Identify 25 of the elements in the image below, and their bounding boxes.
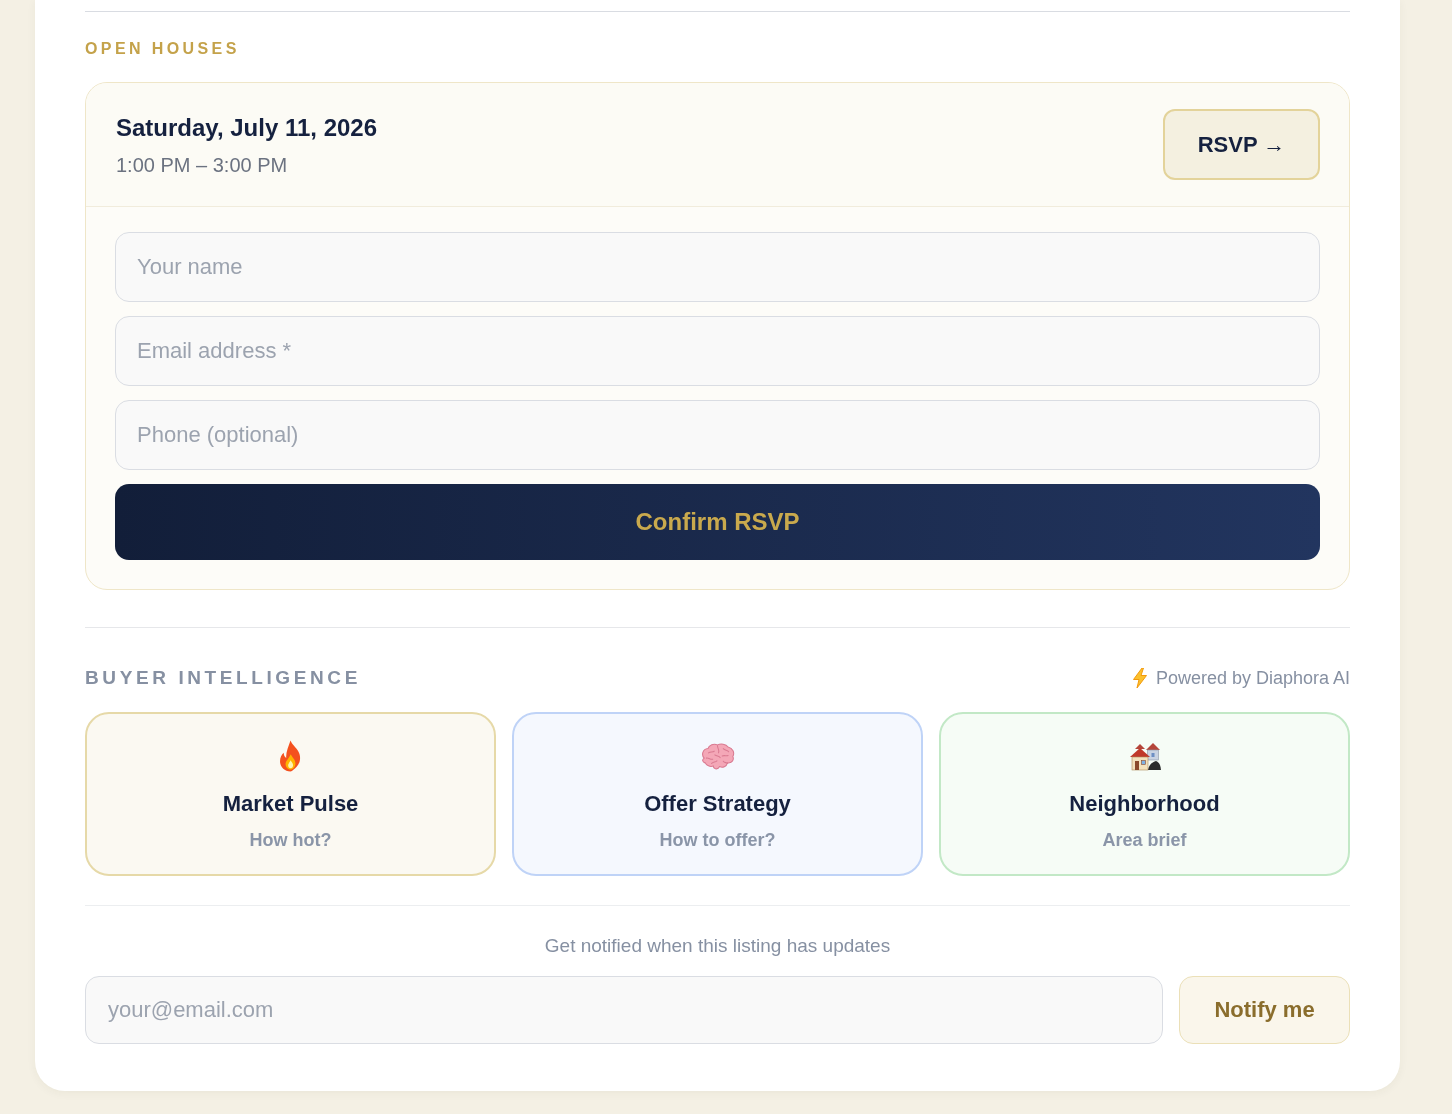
- insight-card[interactable]: Neighborhood Area brief: [939, 712, 1350, 876]
- card-title: Neighborhood: [1069, 790, 1220, 818]
- card-subtitle: How to offer?: [659, 829, 776, 852]
- email-field[interactable]: your@email.com: [85, 976, 1163, 1044]
- card-title: Offer Strategy: [644, 790, 791, 818]
- input-field[interactable]: Your name: [115, 232, 1320, 302]
- input-field[interactable]: Phone (optional): [115, 400, 1320, 470]
- notify-button[interactable]: Notify me: [1179, 976, 1350, 1044]
- insight-card[interactable]: Market Pulse How hot?: [85, 712, 496, 876]
- section-heading: BUYER INTELLIGENCE: [85, 666, 361, 690]
- brain-icon: [699, 740, 736, 772]
- confirm-rsvp-button[interactable]: Confirm RSVP: [115, 484, 1320, 560]
- lightning-icon: [1131, 668, 1148, 688]
- event-date: Saturday, July 11, 2026: [116, 112, 378, 143]
- input-field[interactable]: Email address *: [115, 316, 1320, 386]
- card-subtitle: Area brief: [1102, 829, 1187, 852]
- card-title: Market Pulse: [222, 790, 359, 818]
- section-heading: OPEN HOUSES: [85, 39, 240, 59]
- card-subtitle: How hot?: [249, 829, 332, 852]
- event-time: 1:00 PM – 3:00 PM: [116, 152, 288, 177]
- notify-prompt: Get notified when this listing has updates: [544, 934, 891, 958]
- rsvp-button[interactable]: RSVP →: [1163, 109, 1320, 180]
- powered-by-text: Powered by Diaphora AI: [1155, 667, 1350, 690]
- insight-card[interactable]: Offer Strategy How to offer?: [512, 712, 923, 876]
- fire-icon: [278, 740, 303, 772]
